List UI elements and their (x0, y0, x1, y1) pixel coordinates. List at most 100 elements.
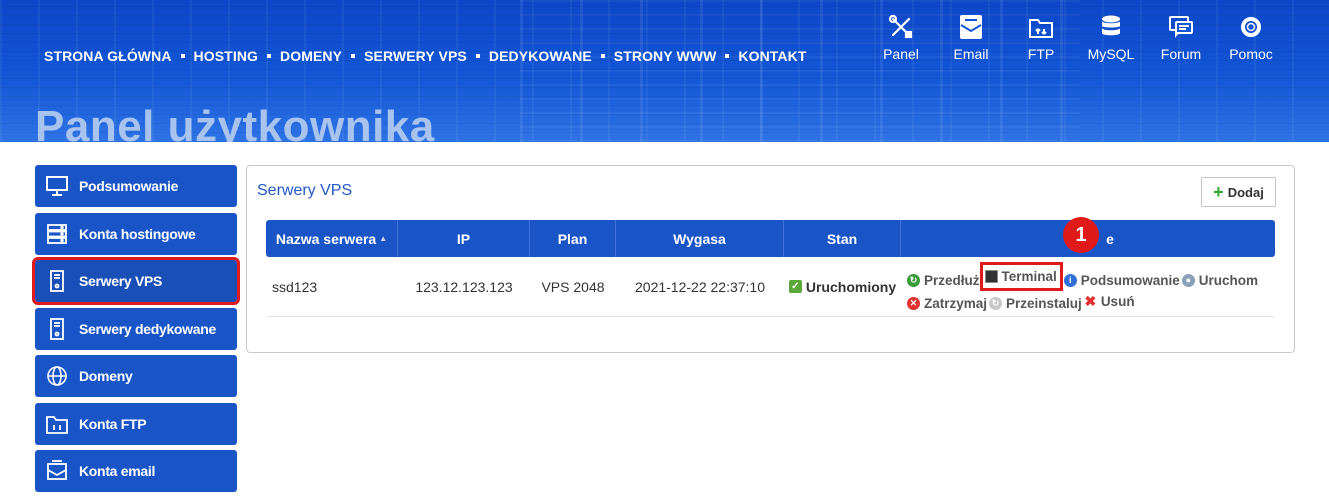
iconnav-label: Forum (1160, 46, 1202, 62)
vps-panel: Serwery VPS + Dodaj Nazwa serwera ▲ IP P… (246, 165, 1295, 353)
tools-icon (888, 14, 913, 39)
sidebar-item-domains[interactable]: Domeny (35, 355, 237, 397)
iconnav-label: Pomoc (1229, 46, 1273, 62)
database-icon (1102, 15, 1120, 36)
dedicated-server-icon (35, 317, 79, 340)
sidebar-item-ftp-accounts[interactable]: Konta FTP (35, 402, 237, 445)
eye-icon: ● (1181, 274, 1195, 287)
table-header: Nazwa serwera ▲ IP Plan Wygasa Stan e (266, 220, 1275, 257)
header-banner: STRONA GŁÓWNA HOSTING DOMENY SERWERY VPS… (0, 0, 1329, 142)
nav-contact[interactable]: KONTAKT (738, 48, 806, 64)
page-title: Panel użytkownika (35, 102, 435, 142)
email-icon (35, 460, 79, 482)
sidebar-item-label: Podsumowanie (79, 178, 179, 194)
iconnav-label: FTP (1027, 46, 1055, 62)
iconnav-forum[interactable]: Forum (1146, 14, 1216, 62)
sidebar-item-summary[interactable]: Podsumowanie (35, 165, 237, 207)
action-label: Uruchom (1198, 273, 1259, 288)
iconnav-help[interactable]: Pomoc (1216, 14, 1286, 62)
column-header-expires: Wygasa (616, 220, 784, 257)
monitor-icon (35, 175, 79, 197)
column-header-status: Stan (784, 220, 901, 257)
ftp-folder-icon (35, 413, 79, 435)
action-summary[interactable]: i Podsumowanie (1063, 270, 1180, 291)
column-header-label: Plan (557, 230, 588, 247)
sidebar-item-label: Serwery VPS (79, 273, 163, 289)
check-icon: ✓ (788, 280, 802, 293)
sidebar: Podsumowanie Konta hostingowe Serwery VP… (32, 165, 240, 498)
action-label: Podsumowanie (1080, 273, 1180, 288)
nav-separator (600, 54, 605, 58)
sidebar-item-label: Domeny (79, 368, 133, 384)
action-delete[interactable]: ✖ Usuń (1084, 291, 1134, 312)
iconnav-panel[interactable]: Panel (866, 14, 936, 62)
column-header-label: Wygasa (673, 230, 726, 247)
nav-separator (475, 54, 480, 58)
cell-actions: ↻ Przedłuż Terminal i Podsumowanie ● Uru… (901, 257, 1275, 316)
globe-www-icon (35, 365, 79, 387)
vps-server-icon (35, 270, 79, 292)
refresh-icon: ↻ (907, 274, 920, 287)
nav-vps[interactable]: SERWERY VPS (364, 48, 467, 64)
nav-websites[interactable]: STRONY WWW (614, 48, 717, 64)
info-icon: i (1063, 274, 1077, 287)
cell-status: ✓ Uruchomiony (784, 257, 901, 316)
delete-x-icon: ✖ (1084, 293, 1097, 309)
nav-separator (351, 54, 356, 58)
add-button-label: Dodaj (1227, 184, 1264, 200)
action-renew[interactable]: ↻ Przedłuż (907, 270, 980, 291)
column-header-name[interactable]: Nazwa serwera ▲ (266, 220, 398, 257)
iconnav-label: Email (953, 46, 989, 62)
cell-ip: 123.12.123.123 (415, 278, 513, 295)
nav-hosting[interactable]: HOSTING (194, 48, 258, 64)
icon-navigation: Panel Email FTP MySQL Forum Pomoc (866, 14, 1286, 62)
cell-expires: 2021-12-22 22:37:10 (635, 278, 765, 295)
action-reinstall[interactable]: ↻ Przeinstaluj (989, 293, 1082, 314)
terminal-icon (984, 270, 998, 283)
status-label: Uruchomiony (805, 278, 897, 295)
nav-home[interactable]: STRONA GŁÓWNA (44, 48, 172, 64)
cell-name: ssd123 (272, 278, 318, 295)
vps-table: Nazwa serwera ▲ IP Plan Wygasa Stan e ss… (266, 220, 1275, 317)
column-header-ip: IP (398, 220, 530, 257)
top-navigation: STRONA GŁÓWNA HOSTING DOMENY SERWERY VPS… (44, 48, 807, 64)
lifebuoy-icon (1241, 17, 1261, 37)
nav-separator (180, 54, 185, 58)
nav-domains[interactable]: DOMENY (280, 48, 342, 64)
action-label: Zatrzymaj (924, 296, 988, 311)
sidebar-item-dedicated[interactable]: Serwery dedykowane (35, 307, 237, 350)
nav-dedicated[interactable]: DEDYKOWANE (489, 48, 592, 64)
table-row: ssd123 123.12.123.123 VPS 2048 2021-12-2… (266, 257, 1275, 317)
sidebar-item-label: Serwery dedykowane (79, 320, 216, 337)
forum-icon (1169, 16, 1193, 38)
sort-caret-icon: ▲ (379, 234, 388, 243)
ftp-folder-icon (1029, 19, 1053, 38)
column-header-label: Nazwa serwera (275, 230, 377, 247)
sidebar-item-vps[interactable]: Serwery VPS (32, 257, 240, 305)
column-header-label: Stan (826, 230, 858, 247)
step-marker-badge: 1 (1063, 217, 1099, 253)
iconnav-email[interactable]: Email (936, 14, 1006, 62)
add-button[interactable]: + Dodaj (1201, 177, 1276, 207)
action-start[interactable]: ● Uruchom (1181, 270, 1259, 291)
cell-plan: VPS 2048 (541, 278, 605, 295)
iconnav-ftp[interactable]: FTP (1006, 14, 1076, 62)
column-header-plan: Plan (530, 220, 616, 257)
action-terminal[interactable]: Terminal (979, 262, 1063, 291)
action-label: Terminal (1001, 269, 1057, 284)
action-stop[interactable]: ✕ Zatrzymaj (907, 293, 987, 314)
email-icon (960, 15, 982, 39)
sidebar-item-email-accounts[interactable]: Konta email (35, 450, 237, 492)
status-badge: ✓ Uruchomiony (788, 278, 897, 295)
action-label: Przedłuż (924, 273, 980, 288)
column-header-label: IP (456, 230, 471, 247)
iconnav-mysql[interactable]: MySQL (1076, 14, 1146, 62)
sidebar-item-label: Konta hostingowe (79, 225, 196, 242)
plus-icon: + (1213, 182, 1224, 202)
reinstall-icon: ↻ (989, 297, 1003, 310)
sidebar-item-hosting-accounts[interactable]: Konta hostingowe (35, 212, 237, 255)
stop-icon: ✕ (907, 297, 920, 310)
action-label: Przeinstaluj (1006, 296, 1082, 311)
iconnav-label: MySQL (1087, 46, 1135, 62)
nav-separator (725, 54, 730, 58)
